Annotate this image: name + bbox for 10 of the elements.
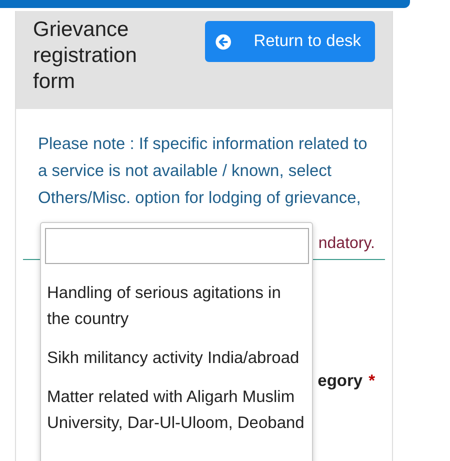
- info-note: Please note : If specific information related to a service is not available / known, select Others/Misc. option for lodging of grievance,: [38, 134, 368, 209]
- dropdown-option[interactable]: Handling of serious agitations in the country: [45, 280, 308, 332]
- form-title: Grievance registration form: [33, 17, 138, 95]
- search-field[interactable]: [45, 228, 309, 264]
- field-label: egory: [318, 372, 363, 391]
- mandatory-note: ndatory.: [318, 235, 375, 253]
- dropdown-option[interactable]: Matter related with Aligarh Muslim University, Dar-Ul-Uloom, Deoband: [45, 384, 308, 436]
- return-button[interactable]: Return to desk: [205, 21, 375, 62]
- dropdown-option[interactable]: Sikh militancy activity India/abroad: [45, 345, 308, 371]
- required-mark: *: [368, 372, 375, 391]
